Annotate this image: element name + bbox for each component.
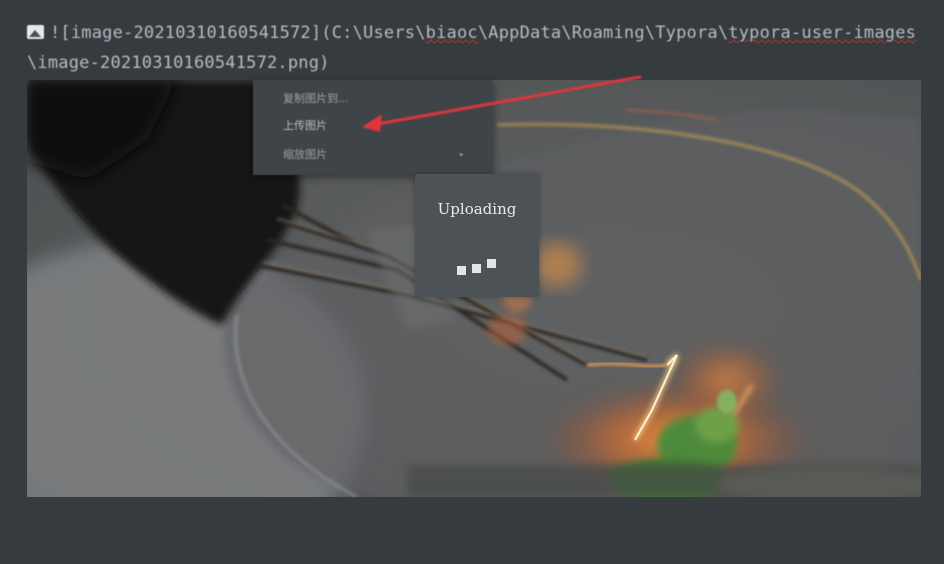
uploading-title: Uploading xyxy=(437,200,517,218)
markdown-prefix: ![image-20210310160541572](C:\Users\ xyxy=(50,23,426,43)
markdown-path-mid: \AppData\Roaming\Typora\ xyxy=(477,23,729,43)
markdown-image-source[interactable]: ![image-20210310160541572](C:\Users\biao… xyxy=(27,18,922,78)
folder-name-text: typora-user-images xyxy=(728,23,917,43)
typora-editor[interactable]: ![image-20210310160541572](C:\Users\biao… xyxy=(0,0,944,564)
menu-item-copy-image[interactable]: 复制图片到... xyxy=(283,90,349,106)
user-name-text: biaoc xyxy=(425,23,478,43)
image-icon xyxy=(27,25,44,39)
markdown-suffix: \image-20210310160541572.png) xyxy=(27,53,330,73)
menu-item-upload-image[interactable]: 上传图片 xyxy=(283,117,327,133)
chevron-right-icon: ▸ xyxy=(459,150,465,160)
menu-item-scale-image[interactable]: 缩放图片 xyxy=(283,146,327,162)
uploading-dialog: Uploading xyxy=(415,174,539,297)
context-menu: 复制图片到... 上传图片 缩放图片 ▸ xyxy=(253,80,493,175)
